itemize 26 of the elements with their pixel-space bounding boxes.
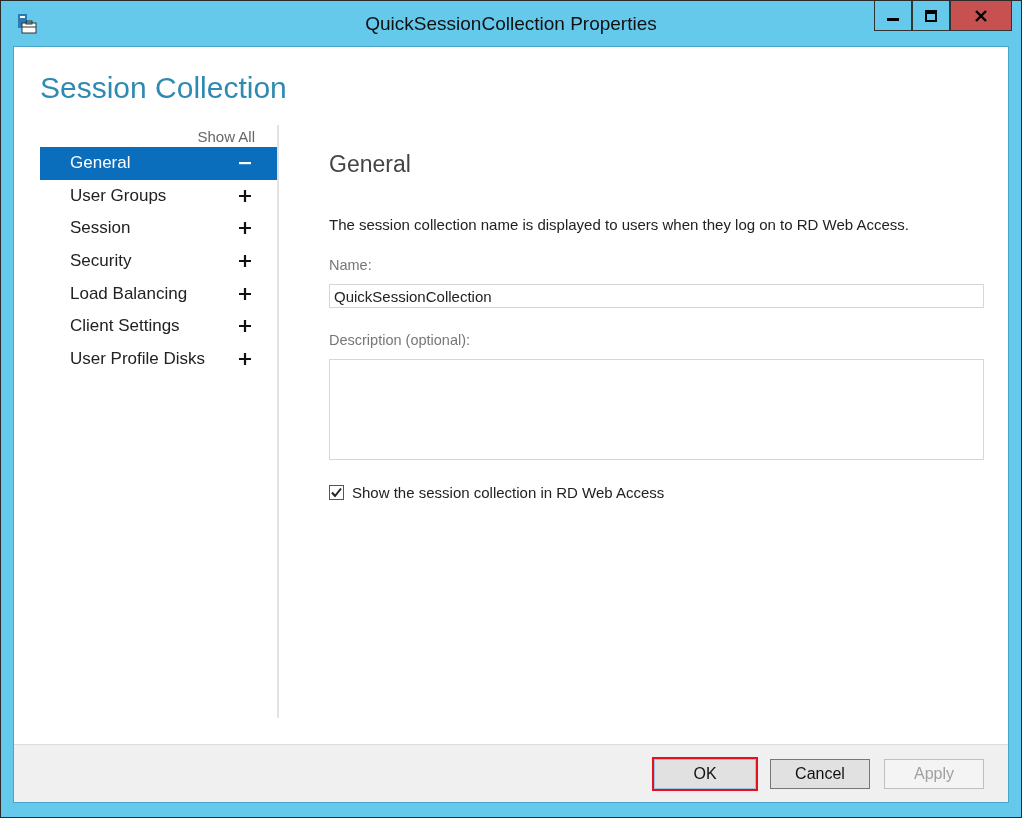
minimize-button[interactable] [874,1,912,31]
name-label: Name: [329,257,373,273]
sidebar-item[interactable]: Client Settings [40,309,277,343]
close-icon [975,9,987,22]
checkbox-label: Show the session collection in RD Web Access [352,484,665,501]
dialog-button[interactable]: OK [654,758,756,789]
sidebar-item[interactable]: General [40,147,277,180]
sidebar-item[interactable]: User Profile Disks [40,342,277,376]
section-heading: General [329,151,412,178]
sidebar-item[interactable]: Load Balancing [40,277,277,310]
description-label: Description (optional): [329,332,472,348]
minimize-icon [887,18,899,21]
window-title: QuickSessionCollection Properties [365,12,657,35]
app-icon [16,12,38,35]
description-field[interactable] [329,359,984,460]
sidebar-item[interactable]: User Groups [40,179,277,213]
show-all-link[interactable]: Show All [197,128,255,145]
dialog-button[interactable]: Cancel [770,758,870,789]
sidebar-item[interactable]: Security [40,244,277,278]
name-field[interactable]: QuickSessionCollection [329,284,984,308]
close-button[interactable] [950,1,1012,31]
description-text: The session collection name is displayed to users when they log on to RD Web Access. [329,216,911,233]
checkbox[interactable] [329,485,344,500]
page-title: Session Collection [39,70,288,102]
maximize-icon [925,9,937,22]
sidebar-item[interactable]: Session [40,212,277,245]
